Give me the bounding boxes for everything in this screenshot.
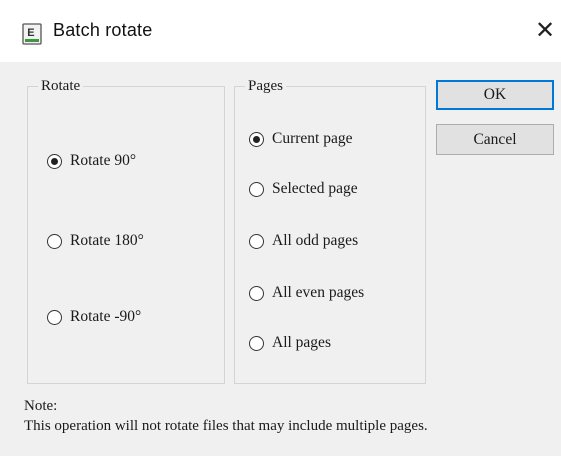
radio-unselected-icon [249,285,264,301]
radio-selected-icon [249,131,264,147]
radio-unselected-icon [249,233,264,249]
radio-selected-icon [47,153,62,169]
radio-rotate-90[interactable]: Rotate 90° [47,152,136,170]
batch-rotate-dialog: E Batch rotate ✕ Rotate Rotate 90° Rotat… [0,0,561,456]
radio-label: Current page [272,130,353,147]
cancel-button[interactable]: Cancel [436,124,554,155]
note-heading: Note: [24,398,58,414]
close-icon[interactable]: ✕ [530,14,560,48]
radio-rotate-minus-90[interactable]: Rotate -90° [47,308,141,326]
radio-label: All even pages [272,284,365,301]
ok-button[interactable]: OK [436,80,554,110]
radio-label: Rotate 90° [70,152,137,169]
title-bar: E Batch rotate ✕ [0,0,561,62]
svg-text:E: E [27,27,34,39]
app-document-icon: E [22,23,42,45]
radio-all-pages[interactable]: All pages [249,334,331,352]
radio-unselected-icon [249,181,264,197]
radio-rotate-180[interactable]: Rotate 180° [47,232,144,250]
rotate-group-label: Rotate [38,76,84,96]
window-title: Batch rotate [53,20,153,40]
pages-group-label: Pages [245,76,286,96]
radio-label: All pages [272,334,331,351]
radio-label: All odd pages [272,232,359,249]
note-text: This operation will not rotate files tha… [24,418,428,434]
radio-unselected-icon [249,335,264,351]
radio-label: Rotate 180° [70,232,144,249]
radio-label: Selected page [272,180,358,197]
radio-all-odd-pages[interactable]: All odd pages [249,232,358,250]
radio-all-even-pages[interactable]: All even pages [249,284,364,302]
radio-selected-page[interactable]: Selected page [249,180,358,198]
radio-unselected-icon [47,233,62,249]
radio-unselected-icon [47,309,62,325]
radio-label: Rotate -90° [70,308,142,325]
radio-current-page[interactable]: Current page [249,130,352,148]
